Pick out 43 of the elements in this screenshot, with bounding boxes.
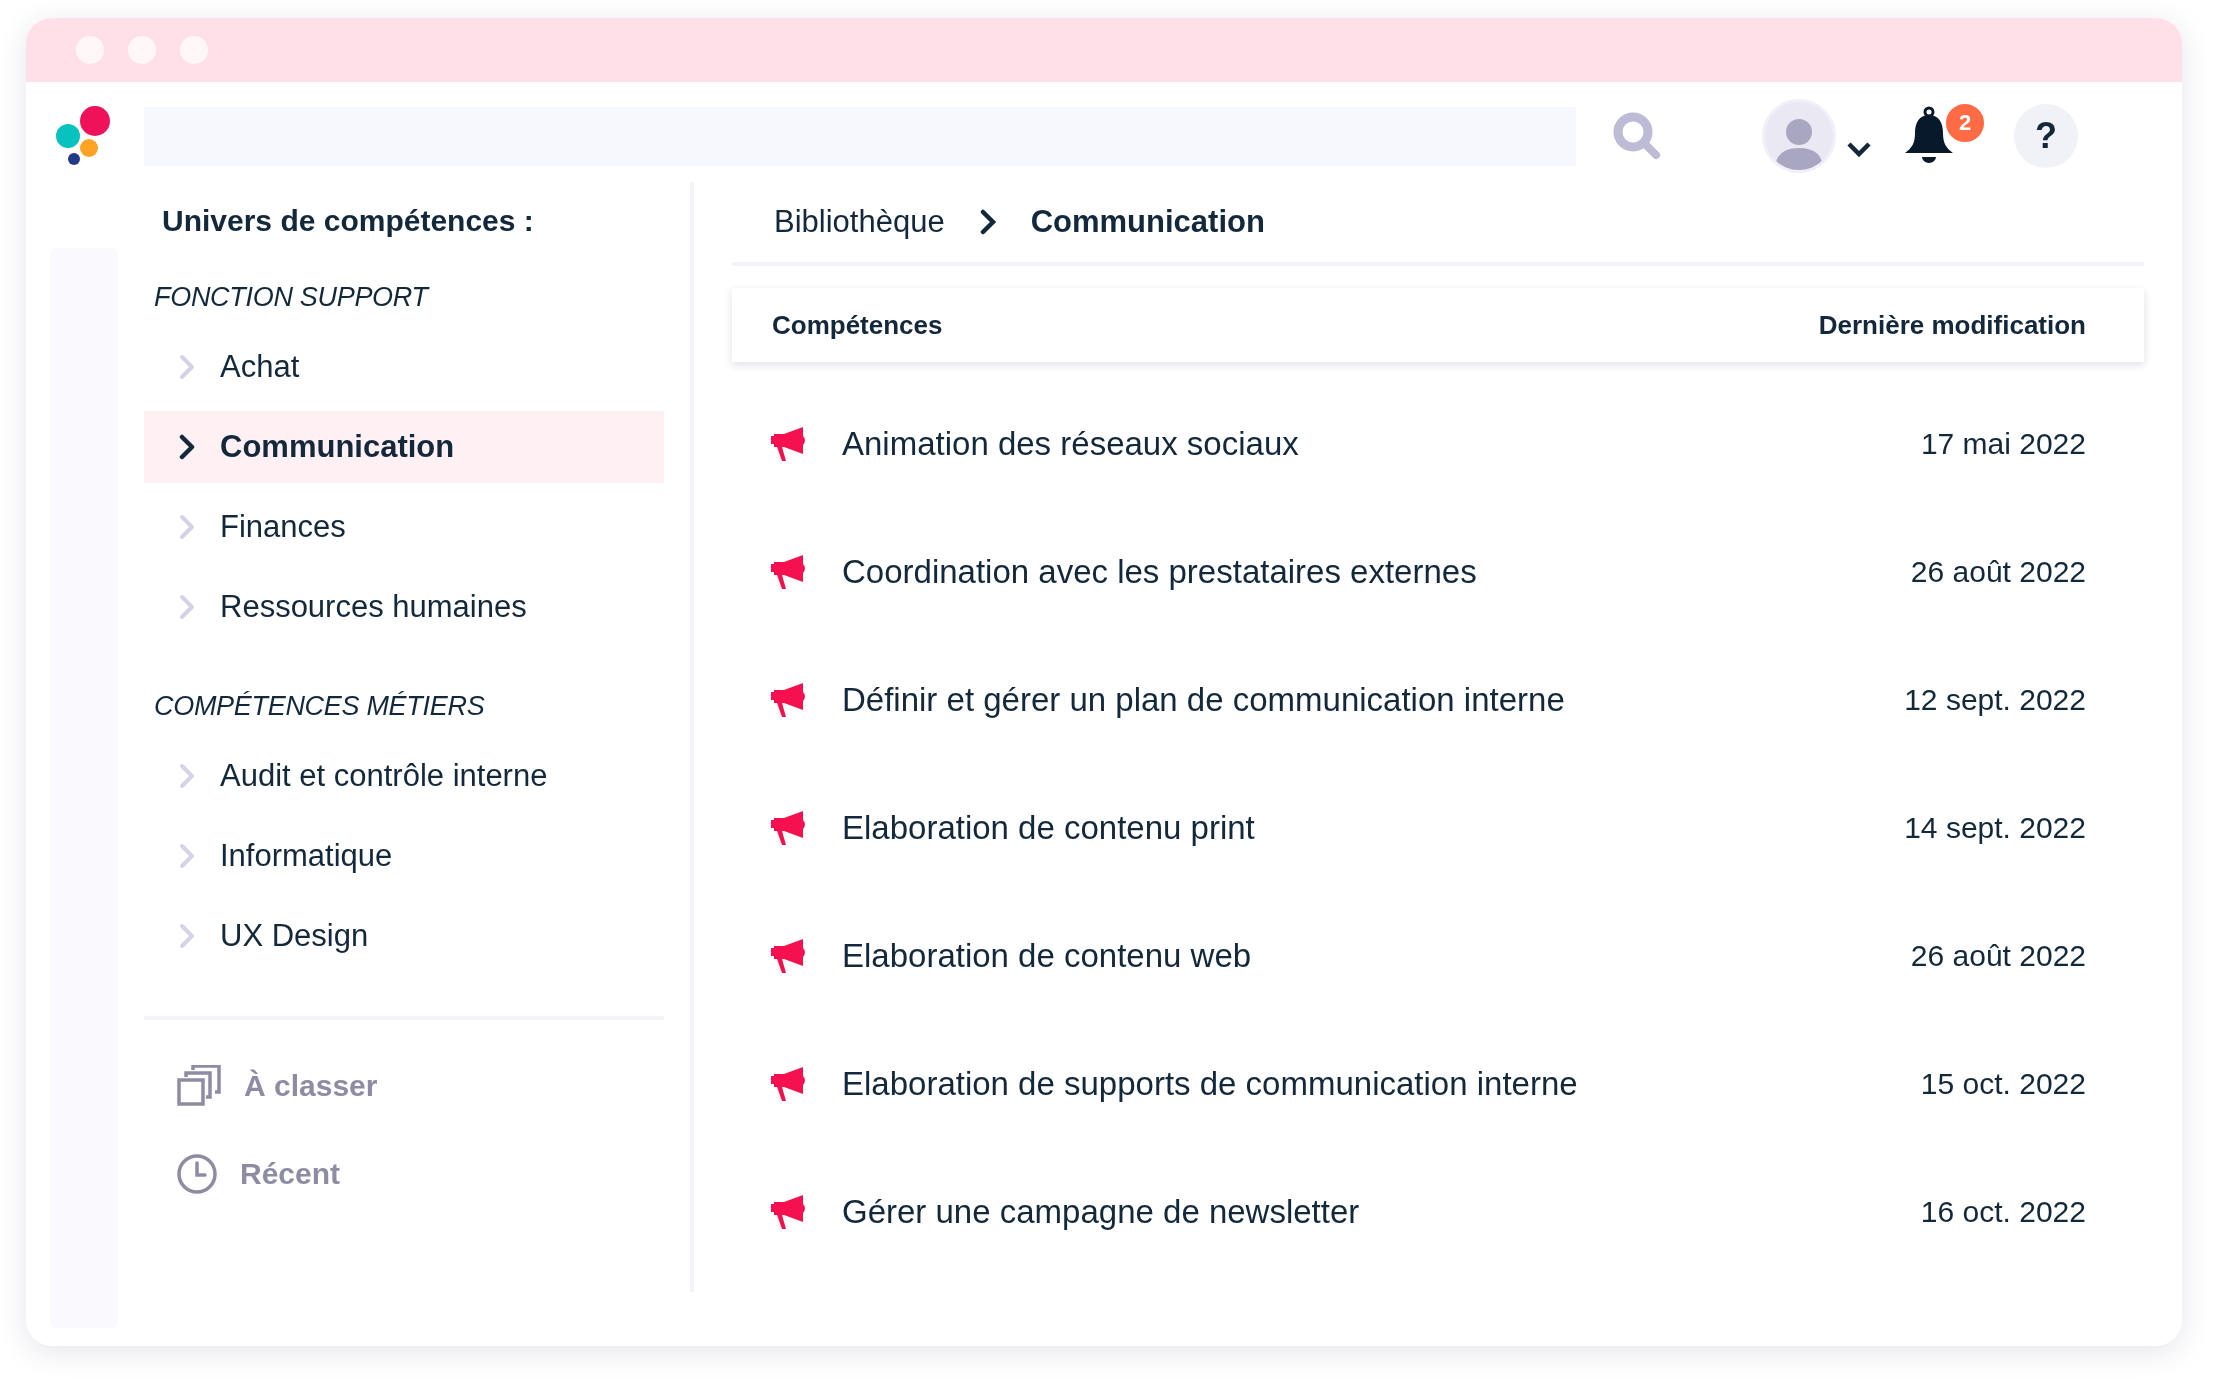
- nav-item[interactable]: Audit et contrôle interne: [144, 740, 664, 812]
- chevron-icon: [178, 843, 196, 869]
- skill-name[interactable]: Animation des réseaux sociaux: [842, 425, 1921, 463]
- section-heading: COMPÉTENCES MÉTIERS: [154, 691, 485, 722]
- nav-item[interactable]: UX Design: [144, 900, 664, 972]
- column-header[interactable]: Dernière modification: [1818, 309, 2086, 341]
- breadcrumb-current: Communication: [1030, 204, 1265, 240]
- section-heading: FONCTION SUPPORT: [154, 282, 428, 313]
- column-header[interactable]: Compétences: [772, 309, 943, 341]
- caret-icon[interactable]: [1846, 141, 1872, 159]
- modified-date: 14 sept. 2022: [1904, 811, 2086, 845]
- chevron-icon: [178, 514, 196, 540]
- skill-name[interactable]: Coordination avec les prestataires externes: [842, 553, 1911, 591]
- modified-date: 26 août 2022: [1910, 555, 2086, 589]
- skill-name[interactable]: Elaboration de supports de communication interne: [842, 1065, 1921, 1103]
- sidebar-title: Univers de compétences :: [162, 204, 534, 238]
- skill-name[interactable]: Elaboration de contenu print: [842, 809, 1905, 847]
- modified-date: 16 oct. 2022: [1920, 1195, 2086, 1229]
- chevron-icon: [178, 434, 196, 460]
- help-button[interactable]: ?: [2014, 104, 2078, 168]
- nav-item[interactable]: Achat: [144, 331, 664, 403]
- clock-icon: [176, 1153, 218, 1195]
- skill-name[interactable]: Elaboration de contenu web: [842, 937, 1911, 975]
- chevron-icon: [178, 594, 196, 620]
- modified-date: 26 août 2022: [1910, 939, 2086, 973]
- stacked-squares-icon: [176, 1065, 222, 1107]
- nav-item[interactable]: Finances: [144, 491, 664, 563]
- modified-date: 17 mai 2022: [1920, 427, 2086, 461]
- chevron-icon: [978, 209, 997, 235]
- nav-item[interactable]: Informatique: [144, 820, 664, 892]
- nav-item[interactable]: Ressources humaines: [144, 571, 664, 643]
- skill-name[interactable]: Gérer une campagne de newsletter: [842, 1193, 1921, 1231]
- chevron-icon: [178, 923, 196, 949]
- notification-badge: 2: [1943, 101, 1987, 145]
- logo-icon: [56, 106, 112, 166]
- breadcrumb-link[interactable]: Bibliothèque: [774, 204, 945, 240]
- modified-date: 15 oct. 2022: [1920, 1067, 2086, 1101]
- chevron-icon: [178, 354, 196, 380]
- chevron-icon: [178, 763, 196, 789]
- modified-date: 12 sept. 2022: [1904, 683, 2086, 717]
- nav-item[interactable]: Communication: [144, 411, 664, 483]
- skill-name[interactable]: Définir et gérer un plan de communication interne: [842, 681, 1905, 719]
- search-icon[interactable]: [1612, 111, 1662, 161]
